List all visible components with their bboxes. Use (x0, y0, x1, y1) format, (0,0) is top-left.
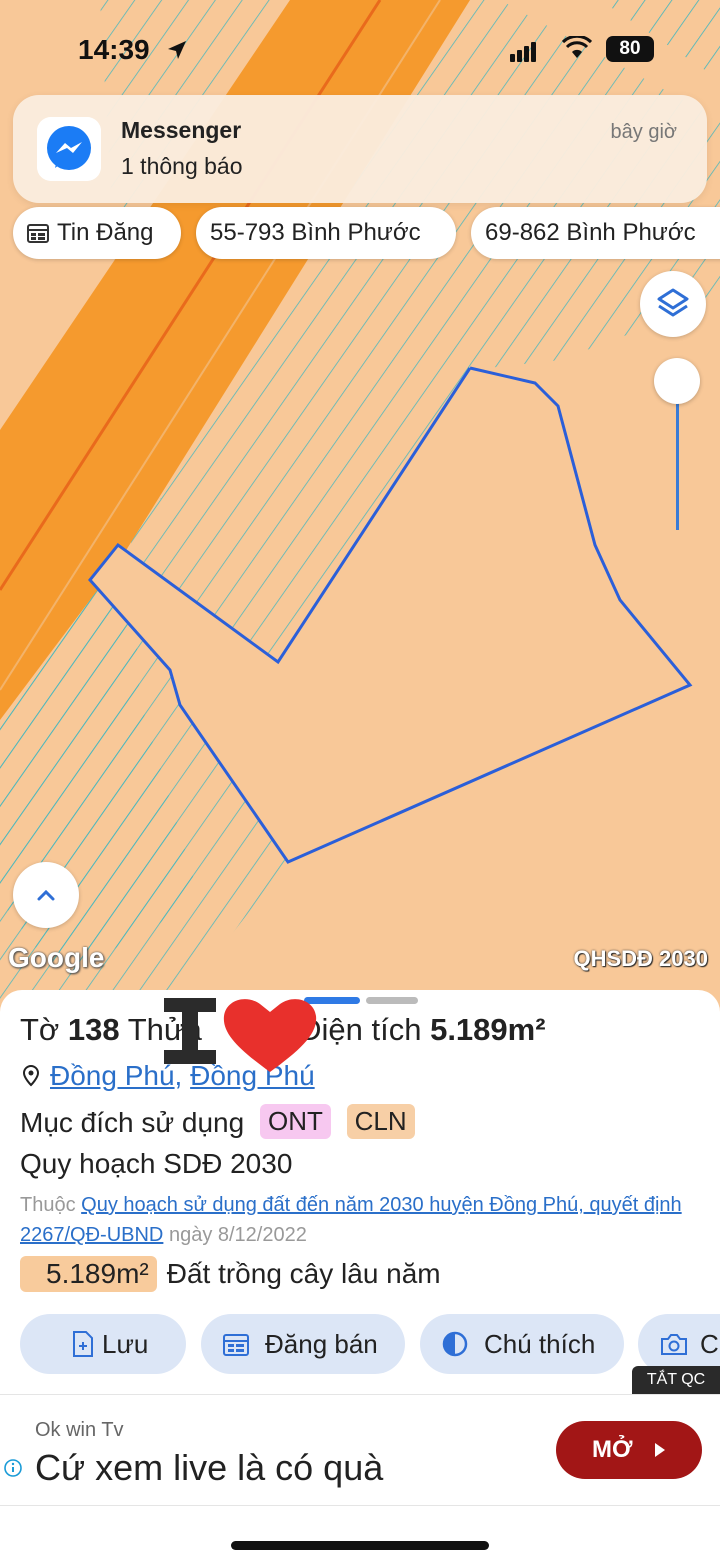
sheet-handle[interactable] (366, 997, 418, 1004)
expand-sheet-button[interactable] (13, 862, 79, 928)
chip-label: 69-862 Bình Phước (485, 219, 696, 246)
source-link[interactable]: Quy hoạch sử dụng đất đến năm 2030 huyện… (20, 1194, 682, 1246)
sheet-prefix: Tờ (20, 1012, 60, 1047)
planning-title: Quy hoạch SDĐ 2030 (20, 1148, 293, 1179)
post-for-sale-button[interactable]: Đăng bán (201, 1314, 405, 1374)
map-layer-label: QHSDĐ 2030 (573, 946, 708, 971)
photo-button[interactable]: C (638, 1314, 720, 1374)
chevron-up-icon (37, 889, 55, 901)
chip-place-1[interactable]: 55-793 Bình Phước (196, 207, 456, 259)
land-use-row: 5.189m² Đất trồng cây lâu năm (20, 1256, 441, 1292)
calendar-icon (27, 224, 49, 243)
bottom-safe-area (0, 1506, 720, 1563)
parcel-info-sheet: Tờ 138 Thửa Diện tích 5.189m² Đồng Phú, … (0, 990, 720, 1400)
source-date: ngày 8/12/2022 (168, 1224, 307, 1246)
post-for-sale-label: Đăng bán (265, 1329, 378, 1359)
status-bar: 14:39 80 (0, 28, 720, 72)
close-ad-button[interactable]: TẮT QC (632, 1366, 720, 1394)
heart-sticker-icon (164, 998, 317, 1072)
location-link-1[interactable]: Đồng Phú (50, 1060, 175, 1091)
notification-message: 1 thông báo (121, 153, 243, 179)
google-logo: Google (8, 942, 105, 973)
info-icon[interactable] (4, 1459, 22, 1477)
messenger-notification[interactable]: Messenger 1 thông báo bây giờ (13, 95, 707, 203)
notification-title: Messenger (121, 117, 242, 143)
source-prefix: Thuộc (20, 1194, 76, 1216)
chip-label: Tin Đăng (57, 219, 154, 246)
chip-label: 55-793 Bình Phước (210, 219, 421, 246)
ad-banner[interactable]: Ok win Tv Cứ xem live là có quà MỞ (0, 1394, 720, 1506)
planning-source: Thuộc Quy hoạch sử dụng đất đến năm 2030… (20, 1190, 710, 1250)
add-document-icon (73, 1331, 93, 1357)
status-time: 14:39 (78, 34, 150, 65)
messenger-app-icon (37, 117, 101, 181)
ad-sponsor: Ok win Tv (35, 1419, 124, 1441)
notification-time: bây giờ (610, 121, 677, 143)
save-label: Lưu (102, 1329, 149, 1359)
land-use-purpose: Mục đích sử dụng ONT CLN (20, 1104, 415, 1139)
layers-icon (657, 288, 689, 317)
location-arrow-icon (168, 41, 186, 59)
ad-open-button[interactable]: MỞ (556, 1421, 702, 1479)
chip-tin-dang[interactable]: Tin Đăng (13, 207, 181, 259)
legend-label: Chú thích (484, 1329, 596, 1359)
save-button[interactable]: Lưu (20, 1314, 186, 1374)
purpose-tag-cln: CLN (346, 1104, 415, 1139)
ad-headline: Cứ xem live là có quà (35, 1447, 384, 1488)
wifi-icon (562, 36, 592, 58)
home-indicator[interactable] (231, 1541, 489, 1550)
land-use-area: 5.189m² (20, 1256, 157, 1292)
map-pin-icon (22, 1065, 40, 1087)
parcel-area: 5.189m² (430, 1012, 546, 1047)
action-buttons: Lưu Đăng bán Chú thích C (0, 1314, 720, 1376)
chip-place-2[interactable]: 69-862 Bình Phước (471, 207, 720, 259)
opacity-slider-knob[interactable] (654, 358, 700, 404)
layers-button[interactable] (640, 271, 706, 337)
sheet-number: 138 (67, 1012, 120, 1047)
legend-button[interactable]: Chú thích (420, 1314, 624, 1374)
play-arrow-icon (655, 1443, 665, 1457)
land-use-type: Đất trồng cây lâu năm (166, 1258, 441, 1289)
purpose-label: Mục đích sử dụng (20, 1107, 245, 1138)
cellular-signal-icon (510, 42, 538, 62)
photo-label: C (700, 1329, 719, 1359)
camera-icon (661, 1334, 687, 1355)
battery-indicator: 80 (606, 36, 654, 62)
ad-open-label: MỞ (592, 1436, 633, 1463)
purpose-tag-ont: ONT (259, 1104, 331, 1139)
contrast-icon (442, 1331, 468, 1357)
calendar-icon (223, 1334, 249, 1356)
